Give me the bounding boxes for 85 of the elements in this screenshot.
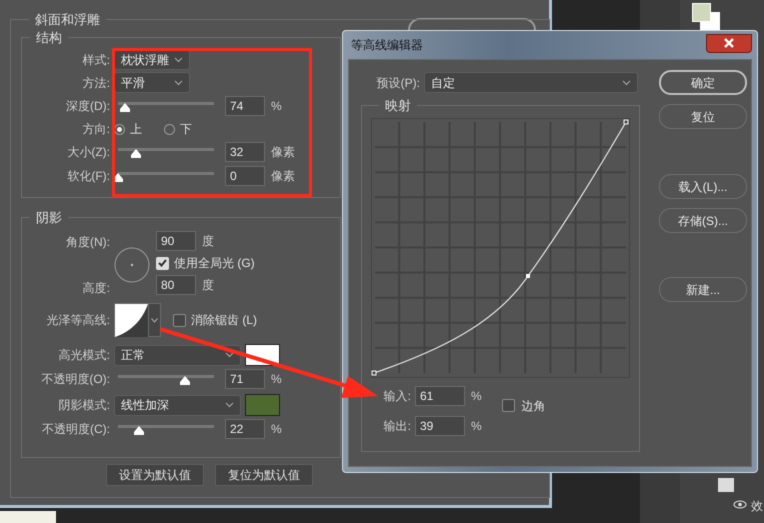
chevron-icon bbox=[622, 80, 631, 86]
dialog-button[interactable]: 存储(S)... bbox=[659, 208, 747, 233]
contour-preview bbox=[115, 304, 148, 337]
group-title: 斜面和浮雕 bbox=[34, 11, 101, 29]
checkbox[interactable] bbox=[502, 399, 515, 412]
group-title: 结构 bbox=[35, 28, 63, 46]
unit-label: 度 bbox=[202, 233, 214, 250]
field-label: 方法: bbox=[82, 74, 111, 92]
slider-thumb[interactable] bbox=[133, 426, 146, 436]
slider-track[interactable] bbox=[118, 422, 214, 436]
number-field[interactable]: 0 bbox=[225, 166, 265, 186]
chevron-icon bbox=[174, 80, 183, 86]
checkbox-label: 边角 bbox=[522, 398, 546, 414]
number-field[interactable]: 80 bbox=[156, 275, 196, 295]
dialog-button[interactable]: 新建... bbox=[659, 277, 747, 302]
field-label: 输出: bbox=[382, 418, 412, 434]
dropdown[interactable]: 正常 bbox=[114, 344, 241, 366]
taskbar-strip bbox=[0, 511, 56, 523]
unit-label: 像素 bbox=[271, 168, 295, 185]
radio-button[interactable] bbox=[114, 124, 125, 134]
group-title: 阴影 bbox=[35, 208, 63, 226]
dialog-button[interactable]: 设置为默认值 bbox=[106, 464, 204, 486]
eye-icon[interactable] bbox=[733, 500, 747, 509]
field-label: 阴影模式: bbox=[58, 397, 111, 414]
field-label: 高度: bbox=[82, 280, 111, 297]
unit-label: % bbox=[471, 418, 482, 434]
chevron-icon bbox=[174, 56, 183, 62]
unit-label: 度 bbox=[202, 277, 214, 294]
close-icon bbox=[723, 38, 735, 48]
color-swatch[interactable] bbox=[245, 394, 280, 416]
group-title: 映射 bbox=[384, 97, 412, 115]
unit-label: 像素 bbox=[271, 144, 295, 161]
dialog-button[interactable]: 复位 bbox=[659, 104, 747, 129]
radio-label: 上 bbox=[130, 121, 142, 138]
field-label: 高光模式: bbox=[58, 347, 111, 364]
field-label: 预设(P): bbox=[376, 74, 421, 92]
window-title: 等高线编辑器 bbox=[350, 37, 423, 54]
slider-thumb[interactable] bbox=[118, 103, 131, 113]
slider-track[interactable] bbox=[118, 99, 214, 113]
slider-track[interactable] bbox=[118, 145, 214, 159]
field-label: 深度(D): bbox=[65, 98, 111, 115]
number-field[interactable]: 61 bbox=[415, 386, 465, 406]
slider-thumb[interactable] bbox=[130, 149, 142, 159]
field-label: 样式: bbox=[82, 52, 111, 68]
slider-track[interactable] bbox=[118, 169, 214, 183]
number-field[interactable]: 39 bbox=[415, 416, 465, 436]
dropdown[interactable]: 自定 bbox=[424, 72, 638, 93]
field-label: 光泽等高线: bbox=[46, 312, 111, 329]
field-label: 角度(N): bbox=[65, 234, 111, 251]
checkbox-label: 使用全局光 (G) bbox=[174, 255, 255, 272]
radio-label: 下 bbox=[180, 121, 192, 138]
angle-dial[interactable] bbox=[114, 247, 150, 283]
unit-label: % bbox=[271, 421, 282, 438]
dialog-button[interactable]: 载入(L)... bbox=[659, 174, 747, 199]
checkbox-label: 消除锯齿 (L) bbox=[191, 312, 257, 329]
contour-picker[interactable] bbox=[114, 303, 161, 337]
field-label: 不透明度(C): bbox=[41, 421, 111, 438]
slider-thumb[interactable] bbox=[179, 376, 192, 386]
checkbox[interactable] bbox=[173, 314, 186, 326]
layer-label: 效 bbox=[751, 498, 763, 515]
dialog-button[interactable]: 复位为默认值 bbox=[215, 464, 313, 486]
layer-thumbnail bbox=[718, 478, 734, 492]
number-field[interactable]: 32 bbox=[225, 142, 265, 162]
field-label: 方向: bbox=[82, 121, 111, 138]
field-label: 大小(Z): bbox=[66, 144, 111, 161]
radio-button[interactable] bbox=[164, 124, 175, 134]
unit-label: % bbox=[271, 98, 282, 115]
field-label: 软化(F): bbox=[66, 168, 111, 185]
unit-label: % bbox=[271, 371, 282, 388]
unit-label: % bbox=[471, 388, 482, 404]
chevron-icon bbox=[225, 402, 234, 408]
slider-track[interactable] bbox=[118, 372, 214, 386]
slider-thumb[interactable] bbox=[112, 173, 124, 183]
field-label: 不透明度(O): bbox=[40, 371, 111, 388]
number-field[interactable]: 71 bbox=[225, 369, 265, 389]
number-field[interactable]: 74 bbox=[225, 96, 265, 116]
dropdown[interactable]: 平滑 bbox=[114, 72, 190, 93]
number-field[interactable]: 90 bbox=[156, 231, 196, 251]
dropdown[interactable]: 线性加深 bbox=[114, 394, 241, 416]
field-label: 输入: bbox=[382, 388, 412, 404]
chevron-icon bbox=[225, 352, 234, 358]
close-button[interactable] bbox=[706, 34, 752, 52]
number-field[interactable]: 22 bbox=[225, 419, 265, 439]
dialog-button[interactable]: 确定 bbox=[659, 70, 747, 95]
chevron-icon bbox=[151, 318, 158, 322]
